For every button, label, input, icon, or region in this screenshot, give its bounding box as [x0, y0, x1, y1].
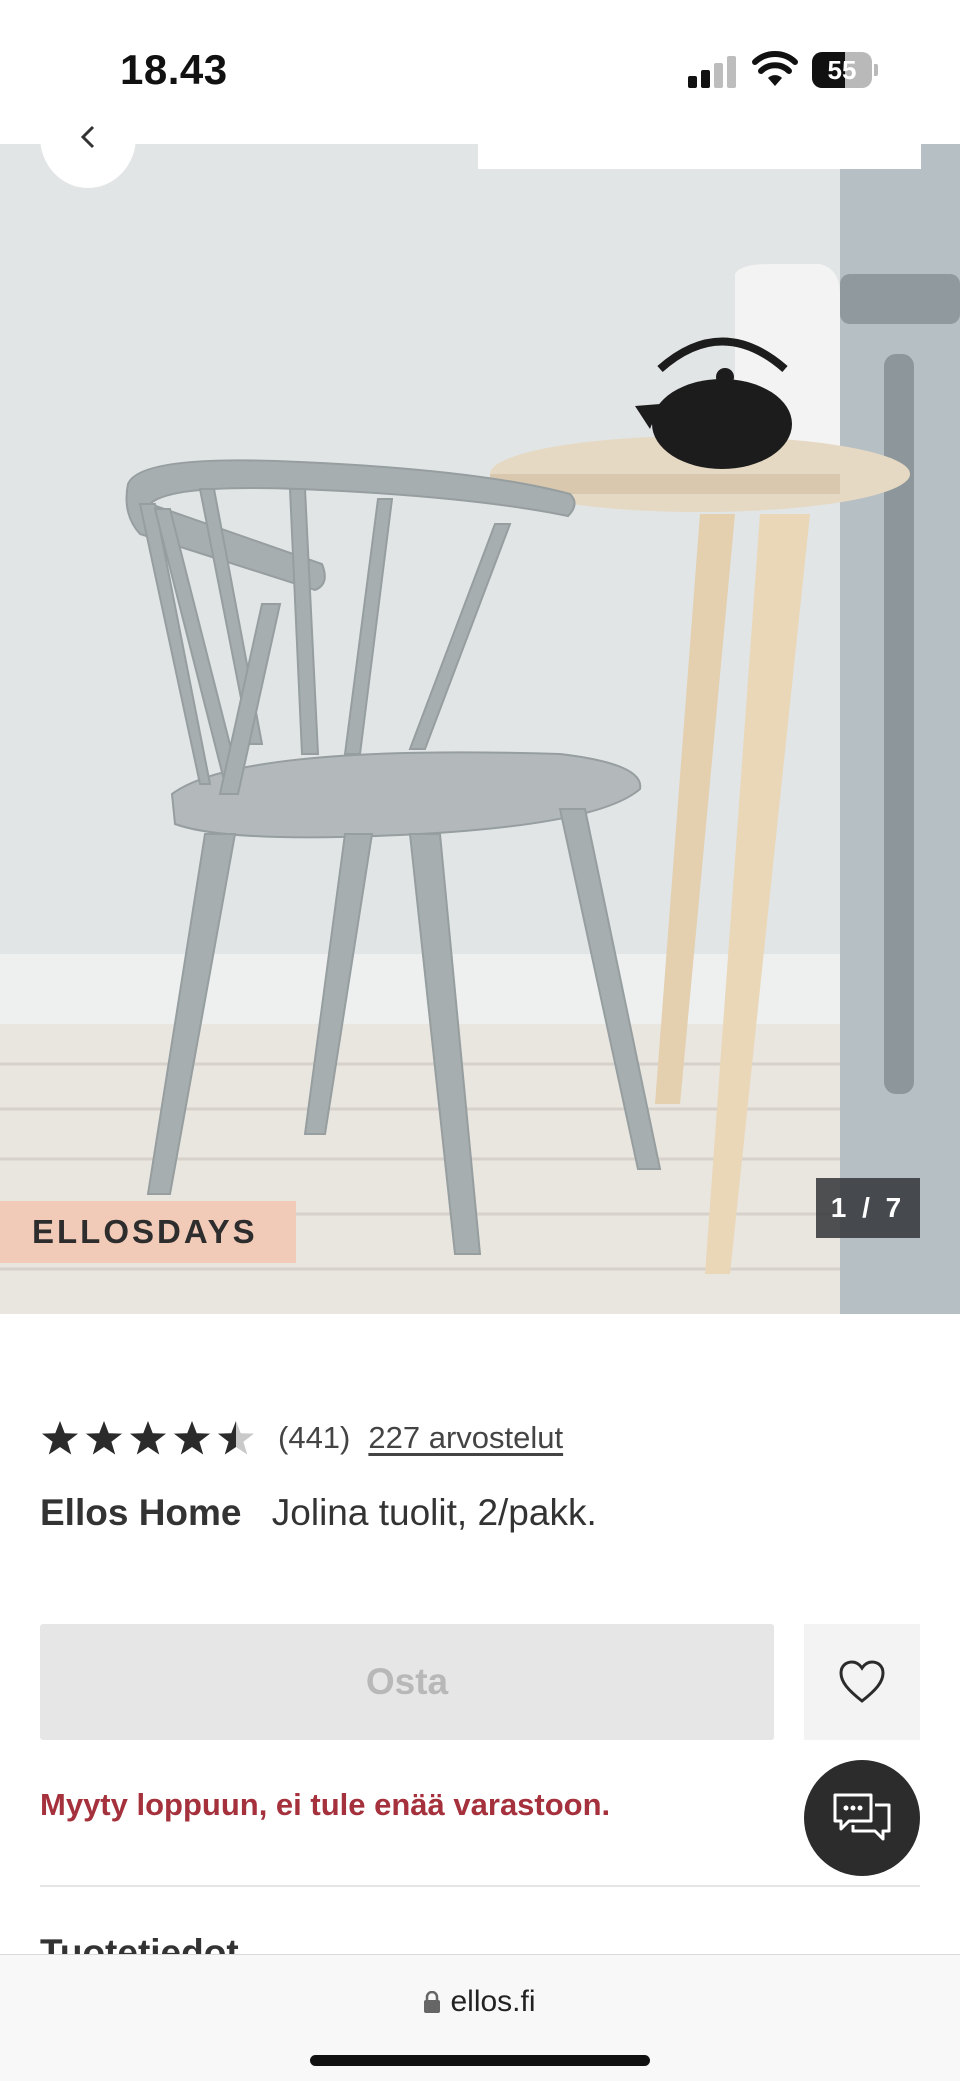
top-search-card[interactable] [478, 144, 921, 169]
home-indicator[interactable] [310, 2055, 650, 2066]
section-divider [40, 1885, 920, 1887]
browser-address-bar[interactable]: ellos.fi [0, 1954, 960, 2081]
soldout-message: Myyty loppuun, ei tule enää varastoon. [40, 1787, 611, 1822]
product-name: Jolina tuolit, 2/pakk. [271, 1492, 597, 1533]
promo-badge: ELLOSDAYS [0, 1201, 296, 1263]
chat-bubbles-icon [833, 1793, 891, 1841]
product-brand: Ellos Home [40, 1492, 242, 1533]
image-counter: 1 / 7 [816, 1178, 920, 1238]
product-photo [0, 144, 960, 1314]
product-details-section[interactable]: Tuotetiedot [40, 1936, 920, 1954]
battery-icon: 55 [812, 52, 878, 88]
signal-icon [688, 56, 736, 88]
rating-row: (441) 227 arvostelut [40, 1414, 563, 1462]
lock-icon [424, 1991, 441, 2013]
wifi-icon [752, 51, 798, 86]
star-rating [40, 1419, 256, 1457]
rating-count: (441) [278, 1420, 351, 1455]
product-details-heading: Tuotetiedot [40, 1936, 920, 1954]
chevron-left-icon [80, 125, 95, 149]
star-icon [174, 1421, 210, 1455]
product-title: Ellos Home Jolina tuolit, 2/pakk. [40, 1492, 597, 1534]
battery-level: 55 [827, 55, 857, 85]
star-icon [42, 1421, 78, 1455]
star-icon [86, 1421, 122, 1455]
star-icon [218, 1421, 254, 1455]
product-image-gallery[interactable]: ELLOSDAYS [0, 144, 960, 1314]
status-time: 18.43 [120, 46, 228, 93]
status-bar: 18.43 55 [0, 0, 960, 144]
reviews-link[interactable]: 227 arvostelut [368, 1420, 563, 1456]
back-button[interactable] [40, 86, 136, 188]
promo-badge-label: ELLOSDAYS [32, 1213, 258, 1250]
chat-button[interactable] [804, 1760, 920, 1876]
heart-icon [839, 1660, 885, 1703]
favorite-button[interactable] [804, 1624, 920, 1740]
browser-url: ellos.fi [450, 1985, 536, 2018]
buy-button[interactable]: Osta [40, 1624, 774, 1740]
star-icon [130, 1421, 166, 1455]
